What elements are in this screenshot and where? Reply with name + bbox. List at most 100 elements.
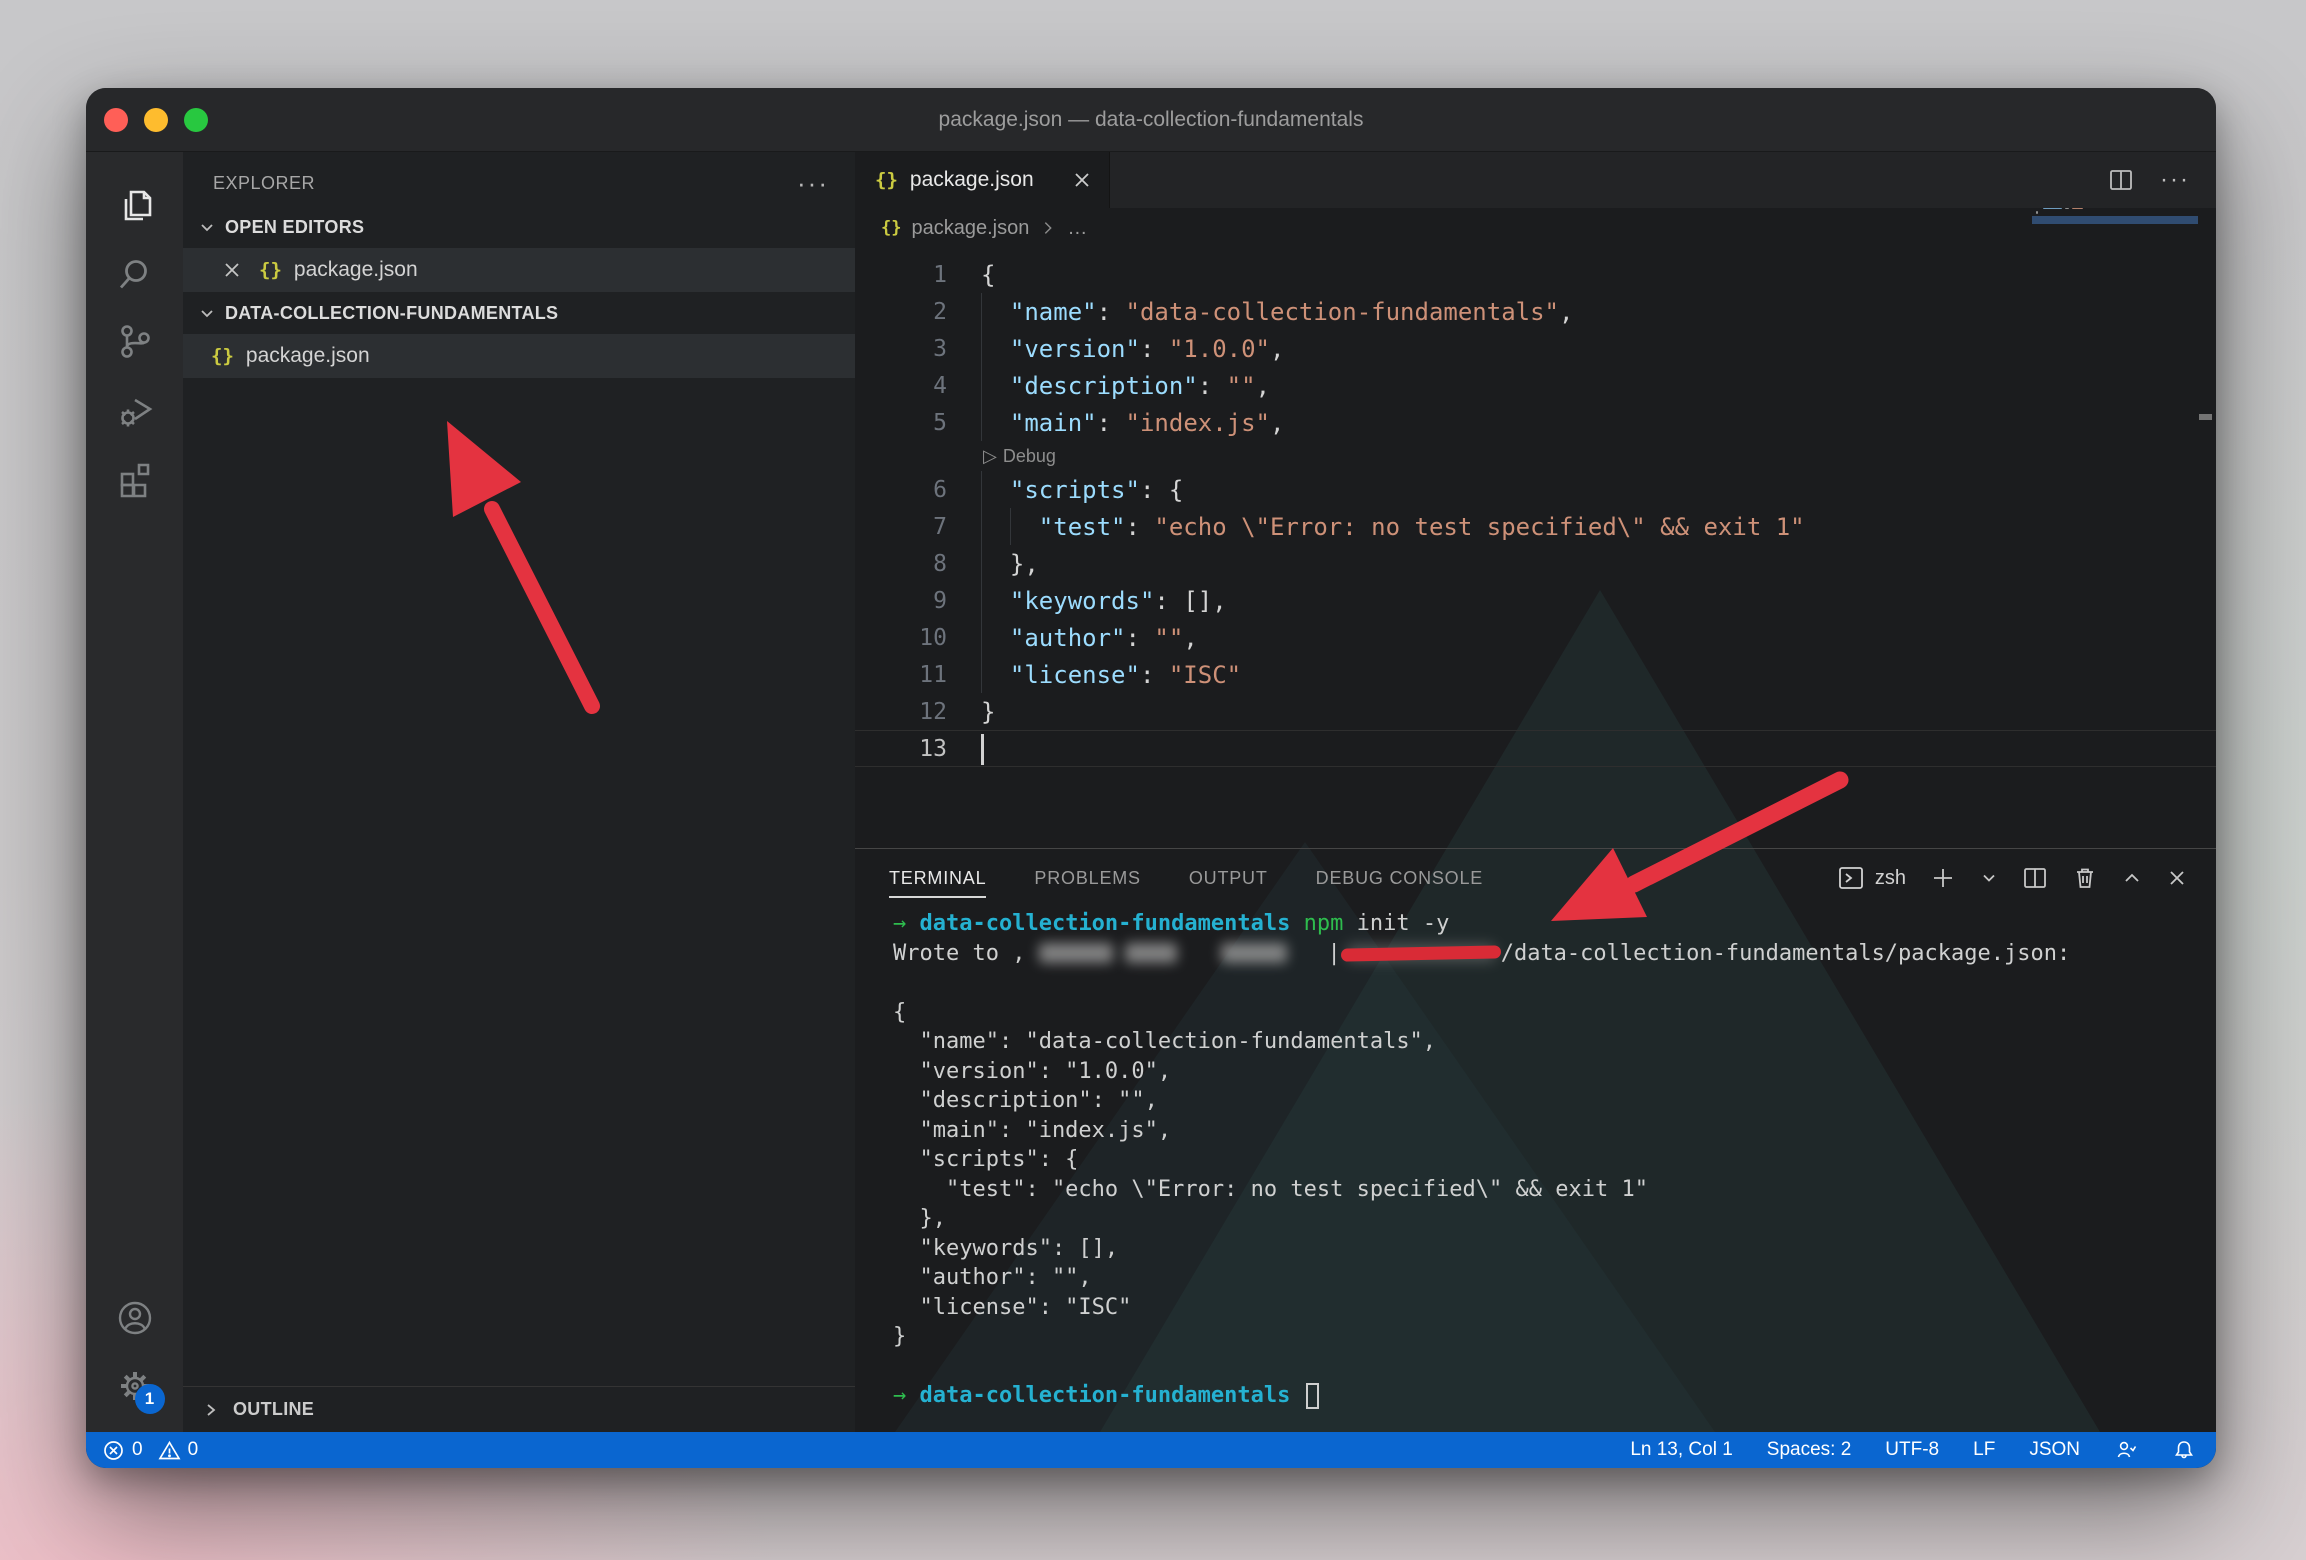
- extensions-icon[interactable]: [103, 446, 167, 510]
- new-terminal-icon[interactable]: [1930, 865, 1956, 891]
- settings-gear-icon[interactable]: 1: [103, 1354, 167, 1418]
- terminal-text: },: [893, 1206, 946, 1231]
- indent-guide: [981, 582, 982, 619]
- code-token: :: [1140, 335, 1169, 363]
- kill-terminal-trash-icon[interactable]: [2072, 865, 2098, 891]
- terminal-output[interactable]: → data-collection-fundamentals npm init …: [855, 907, 2216, 1432]
- zoom-window-button[interactable]: [184, 108, 208, 132]
- close-window-button[interactable]: [104, 108, 128, 132]
- explorer-icon[interactable]: [103, 174, 167, 238]
- terminal-text: [1290, 1383, 1303, 1408]
- code-token: [],: [1183, 587, 1226, 615]
- activity-bar: 1: [86, 152, 183, 1432]
- eol-status[interactable]: LF: [1973, 1439, 1995, 1461]
- language-mode-status[interactable]: JSON: [2029, 1439, 2080, 1461]
- line-number: 9: [855, 588, 951, 614]
- code-line[interactable]: 2 "name": "data-collection-fundamentals"…: [855, 293, 2216, 330]
- run-debug-icon[interactable]: [103, 378, 167, 442]
- close-tab-icon[interactable]: [1071, 169, 1093, 191]
- code-token: "": [1227, 372, 1256, 400]
- code-line-text: "keywords": [],: [981, 582, 1227, 619]
- terminal-text: Wrote to ,: [893, 941, 1025, 966]
- editor-tab-bar: {} package.json ···: [855, 152, 2216, 208]
- code-token: "main": [1010, 409, 1097, 437]
- indent-guide: [981, 619, 982, 656]
- split-editor-icon[interactable]: [2108, 167, 2134, 193]
- terminal-line: "main": "index.js",: [893, 1116, 2216, 1146]
- sidebar-more-actions-icon[interactable]: ···: [797, 178, 829, 188]
- cursor-position-status[interactable]: Ln 13, Col 1: [1630, 1439, 1732, 1461]
- indent-guide: [981, 508, 982, 545]
- problems-status[interactable]: 0 0: [102, 1439, 198, 1462]
- indent-guide: [981, 404, 982, 441]
- code-line[interactable]: 9 "keywords": [],: [855, 582, 2216, 619]
- line-number: 6: [855, 477, 951, 503]
- shell-selector[interactable]: zsh: [1837, 864, 1906, 892]
- tab-package-json[interactable]: {} package.json: [855, 152, 1110, 208]
- code-line[interactable]: 4 "description": "",: [855, 367, 2216, 404]
- code-token: [981, 409, 1010, 437]
- terminal-icon: [1837, 864, 1865, 892]
- encoding-status[interactable]: UTF-8: [1885, 1439, 1939, 1461]
- search-icon[interactable]: [103, 242, 167, 306]
- code-token: {: [981, 261, 995, 289]
- code-token: "1.0.0": [1169, 335, 1270, 363]
- open-editors-header[interactable]: OPEN EDITORS: [183, 206, 855, 248]
- code-line[interactable]: 10 "author": "",: [855, 619, 2216, 656]
- line-number: 13: [855, 736, 951, 762]
- redaction-blur: [1221, 943, 1287, 963]
- code-token: :: [1154, 587, 1183, 615]
- terminal-text: init -y: [1343, 911, 1449, 936]
- code-line[interactable]: 13: [855, 730, 2216, 767]
- error-icon: [102, 1439, 125, 1462]
- folder-section-header[interactable]: DATA-COLLECTION-FUNDAMENTALS: [183, 292, 855, 334]
- breadcrumb[interactable]: {} package.json …: [855, 208, 2216, 248]
- code-token: :: [1140, 476, 1169, 504]
- line-number: 1: [855, 262, 951, 288]
- outline-section-header[interactable]: OUTLINE: [183, 1386, 855, 1432]
- codelens-debug[interactable]: ▷Debug: [855, 441, 2216, 471]
- code-line[interactable]: 8 },: [855, 545, 2216, 582]
- sidebar-title: EXPLORER: [213, 173, 315, 194]
- accounts-icon[interactable]: [103, 1286, 167, 1350]
- code-token: ,: [1183, 624, 1197, 652]
- panel-header: TERMINAL PROBLEMS OUTPUT DEBUG CONSOLE z…: [855, 849, 2216, 907]
- close-panel-icon[interactable]: [2166, 867, 2188, 889]
- terminal-line: "version": "1.0.0",: [893, 1057, 2216, 1087]
- redaction-blur: [1039, 943, 1113, 963]
- code-line[interactable]: 3 "version": "1.0.0",: [855, 330, 2216, 367]
- minimize-window-button[interactable]: [144, 108, 168, 132]
- code-line[interactable]: 7 "test": "echo \"Error: no test specifi…: [855, 508, 2216, 545]
- terminal-line: Wrote to ,|/data-collection-fundamentals…: [893, 939, 2216, 969]
- status-bar: 0 0 Ln 13, Col 1 Spaces: 2 UTF-8 LF JSON: [86, 1432, 2216, 1468]
- maximize-panel-icon[interactable]: [2122, 868, 2142, 888]
- source-control-icon[interactable]: [103, 310, 167, 374]
- chevron-down-icon: [197, 303, 217, 323]
- tab-terminal[interactable]: TERMINAL: [889, 849, 986, 907]
- terminal-dropdown-icon[interactable]: [1980, 869, 1998, 887]
- code-line[interactable]: 5 "main": "index.js",: [855, 404, 2216, 441]
- code-line[interactable]: 11 "license": "ISC": [855, 656, 2216, 693]
- split-terminal-icon[interactable]: [2022, 865, 2048, 891]
- code-line[interactable]: 12}: [855, 693, 2216, 730]
- tree-item-package-json[interactable]: {} package.json: [183, 334, 855, 378]
- code-line[interactable]: 1{: [855, 256, 2216, 293]
- code-token: "data-collection-fundamentals": [1126, 298, 1559, 326]
- indentation-status[interactable]: Spaces: 2: [1767, 1439, 1852, 1461]
- close-editor-icon[interactable]: [219, 259, 245, 281]
- terminal-line: },: [893, 1204, 2216, 1234]
- text-cursor: [981, 734, 984, 765]
- open-editor-item-package-json[interactable]: {} package.json: [183, 248, 855, 292]
- terminal-text: "version": "1.0.0",: [893, 1059, 1171, 1084]
- code-token: }: [981, 698, 995, 726]
- feedback-person-icon[interactable]: [2114, 1438, 2138, 1462]
- tab-problems[interactable]: PROBLEMS: [1034, 849, 1140, 907]
- tab-output[interactable]: OUTPUT: [1189, 849, 1268, 907]
- editor-more-actions-icon[interactable]: ···: [2160, 176, 2190, 184]
- code-line[interactable]: 6 "scripts": {: [855, 471, 2216, 508]
- code-line-text: "test": "echo \"Error: no test specified…: [981, 508, 1805, 545]
- tab-debug-console[interactable]: DEBUG CONSOLE: [1316, 849, 1483, 907]
- code-editor[interactable]: 1{2 "name": "data-collection-fundamental…: [855, 248, 2216, 848]
- notifications-bell-icon[interactable]: [2172, 1438, 2196, 1462]
- terminal-text: {: [893, 1000, 906, 1025]
